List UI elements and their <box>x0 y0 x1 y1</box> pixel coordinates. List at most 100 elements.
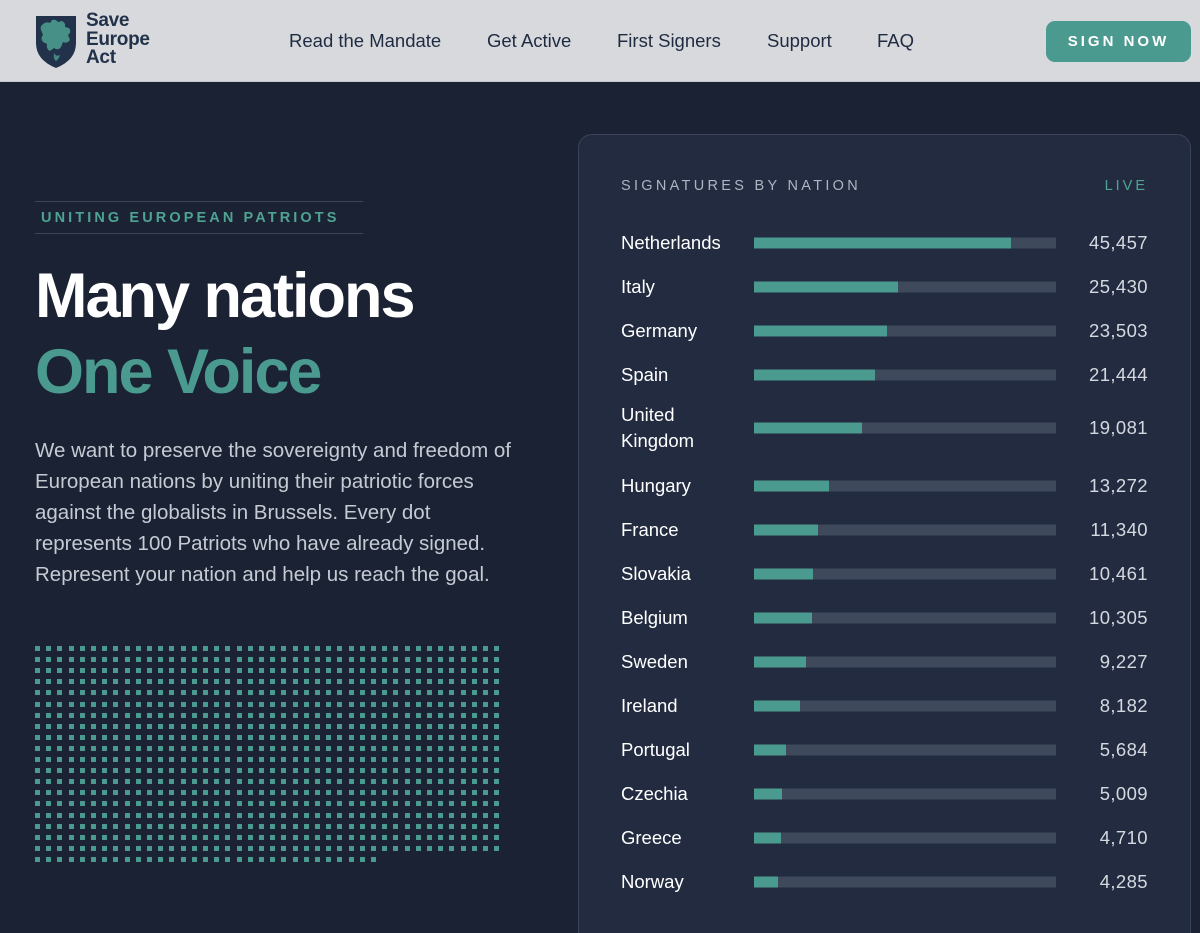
signature-count: 10,461 <box>1089 563 1148 584</box>
patriot-dot <box>68 801 74 807</box>
patriot-dot <box>259 723 264 729</box>
patriot-dot <box>371 701 376 707</box>
logo[interactable]: Save Europe Act <box>34 11 150 69</box>
patriot-dot <box>68 779 74 785</box>
logo-text: Save Europe Act <box>86 11 150 68</box>
patriot-dot <box>494 790 500 796</box>
patriot-dot <box>427 701 432 707</box>
patriot-dot <box>281 834 287 840</box>
patriot-dot <box>460 690 466 696</box>
patriot-dot <box>326 734 332 740</box>
nation-row: Belgium 10,305 <box>579 598 1190 638</box>
patriot-dot <box>46 646 52 651</box>
patriot-dot <box>147 812 152 818</box>
patriot-dot <box>415 657 421 663</box>
patriot-dot <box>247 668 253 674</box>
patriot-dot <box>326 657 332 663</box>
patriot-dot <box>359 668 365 674</box>
patriot-dot <box>180 834 186 840</box>
patriot-dot <box>68 768 74 774</box>
patriot-dot <box>404 834 410 840</box>
patriot-dot <box>382 768 388 774</box>
patriot-dot <box>449 812 455 818</box>
nation-row: Greece 4,710 <box>579 818 1190 858</box>
patriot-dot <box>124 690 130 696</box>
patriot-dot <box>236 856 242 862</box>
patriot-dot <box>191 845 197 851</box>
patriot-dot <box>68 646 74 651</box>
patriot-dot <box>225 712 231 718</box>
signature-count: 5,009 <box>1099 783 1148 804</box>
patriot-dot <box>281 668 287 674</box>
nav-first-signers[interactable]: First Signers <box>617 30 721 52</box>
nation-row: Hungary 13,272 <box>579 466 1190 506</box>
nav-support[interactable]: Support <box>767 30 832 52</box>
sign-now-button[interactable]: SIGN NOW <box>1046 21 1191 62</box>
patriot-dot <box>270 856 276 862</box>
patriot-dot <box>247 834 253 840</box>
patriot-dot <box>191 679 197 685</box>
patriot-dot <box>158 712 164 718</box>
patriot-dot <box>203 745 208 751</box>
patriot-dot <box>270 690 276 696</box>
patriot-dot <box>68 790 74 796</box>
patriot-dot <box>348 712 354 718</box>
patriot-dot <box>46 657 52 663</box>
patriot-dot <box>471 745 477 751</box>
patriot-dot <box>471 668 477 674</box>
patriot-dot <box>180 768 186 774</box>
patriot-dot <box>91 657 96 663</box>
patriot-dot <box>359 701 365 707</box>
patriot-dot <box>292 790 298 796</box>
patriot-dot <box>91 812 96 818</box>
patriot-dot <box>326 834 332 840</box>
patriot-dot <box>236 801 242 807</box>
patriot-dot <box>494 657 500 663</box>
patriot-dot <box>191 823 197 829</box>
nav-read-the-mandate[interactable]: Read the Mandate <box>289 30 441 52</box>
patriot-dot <box>147 668 152 674</box>
patriot-dot <box>214 812 220 818</box>
patriot-dot <box>124 801 130 807</box>
patriot-dot <box>449 779 455 785</box>
patriot-dot <box>371 646 376 651</box>
patriot-dot <box>382 679 388 685</box>
patriot-dot <box>147 845 152 851</box>
patriot-dot <box>427 779 432 785</box>
patriot-dot <box>191 779 197 785</box>
patriot-dot <box>247 790 253 796</box>
patriot-dot <box>483 757 488 762</box>
patriot-dot <box>135 723 141 729</box>
patriot-dot <box>471 646 477 651</box>
patriot-dot <box>337 646 343 651</box>
patriot-dot <box>315 812 320 818</box>
patriot-dot <box>135 757 141 762</box>
patriot-dot <box>68 668 74 674</box>
nav-faq[interactable]: FAQ <box>877 30 914 52</box>
patriot-dot <box>348 812 354 818</box>
patriot-dot <box>270 801 276 807</box>
patriot-dot <box>102 668 108 674</box>
patriot-dot <box>494 757 500 762</box>
patriot-dot <box>203 679 208 685</box>
patriot-dot <box>449 712 455 718</box>
patriot-dot <box>326 801 332 807</box>
patriot-dot <box>270 723 276 729</box>
patriot-dot <box>102 823 108 829</box>
patriot-dot <box>225 757 231 762</box>
patriot-dot <box>359 856 365 862</box>
signature-count: 8,182 <box>1099 695 1148 716</box>
patriot-dot <box>449 757 455 762</box>
patriot-dot <box>415 734 421 740</box>
patriot-dot <box>281 712 287 718</box>
patriot-dot <box>404 812 410 818</box>
patriot-dot <box>259 779 264 785</box>
patriot-dot <box>483 845 488 851</box>
hero-title: Many nations <box>35 261 416 331</box>
patriot-dot <box>438 679 444 685</box>
patriot-dot <box>438 801 444 807</box>
patriot-dot <box>438 745 444 751</box>
nav-get-active[interactable]: Get Active <box>487 30 571 52</box>
patriot-dot <box>281 701 287 707</box>
patriot-dot <box>158 845 164 851</box>
